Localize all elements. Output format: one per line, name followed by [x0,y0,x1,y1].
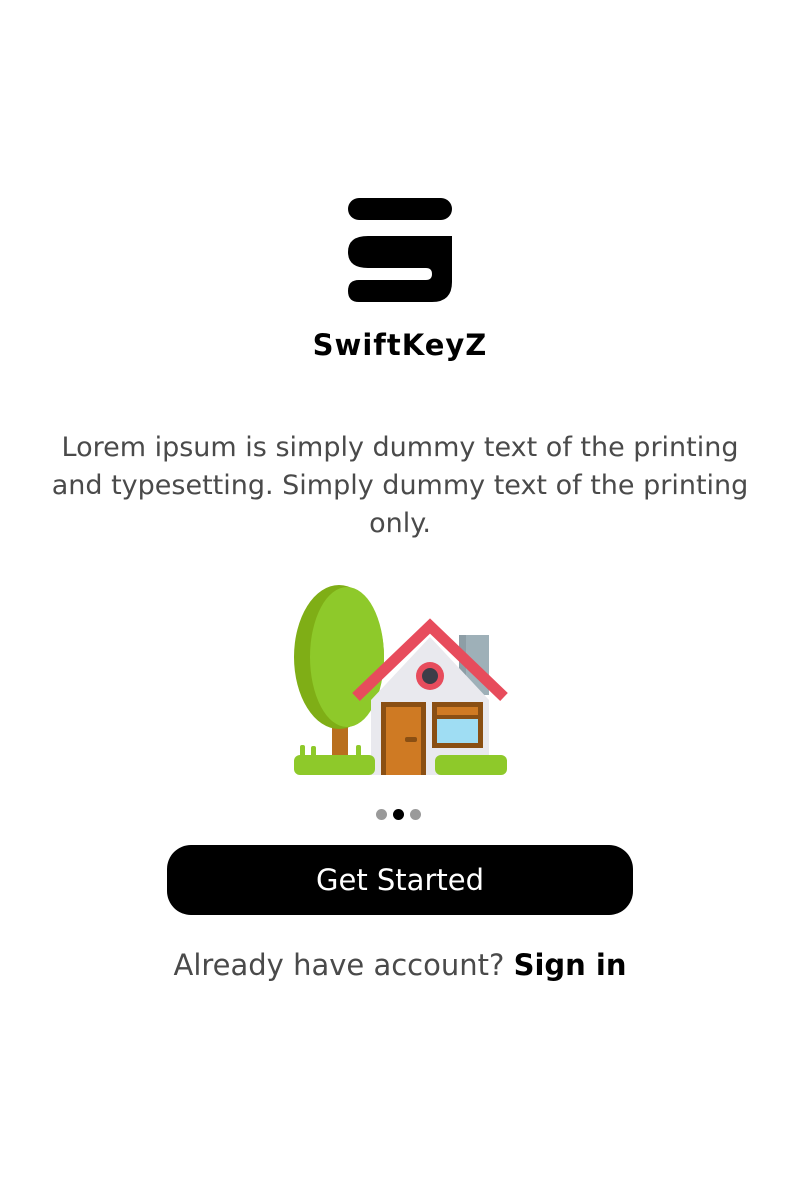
swiftkeyz-logo-icon [348,198,452,302]
app-name: SwiftKeyZ [312,328,488,362]
pager-indicator [376,809,421,820]
pager-dot [410,809,421,820]
signin-prompt: Already have account? [173,948,514,982]
pager-dot-active [393,809,404,820]
signin-row: Already have account? Sign in [0,948,800,982]
onboarding-description: Lorem ipsum is simply dummy text of the … [51,432,749,539]
pager-dot [376,809,387,820]
signin-link[interactable]: Sign in [514,948,627,982]
house-with-tree-illustration [294,585,508,775]
get-started-button[interactable]: Get Started [167,845,633,915]
